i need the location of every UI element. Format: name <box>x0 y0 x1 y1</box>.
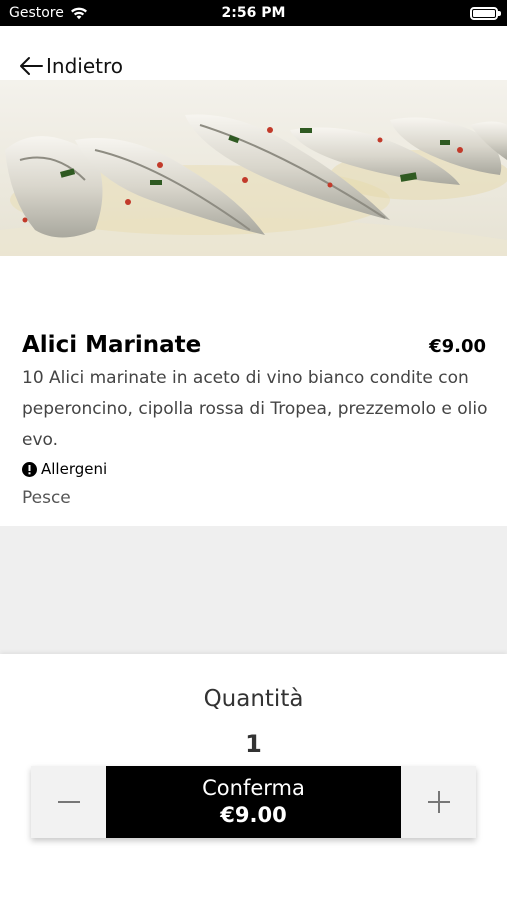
confirm-button[interactable]: Conferma €9.00 <box>106 766 401 838</box>
increment-button[interactable] <box>401 766 476 838</box>
back-button[interactable]: Indietro <box>18 54 123 78</box>
quantity-stepper: Conferma €9.00 <box>31 766 476 838</box>
status-time: 2:56 PM <box>221 5 286 21</box>
battery-icon <box>470 7 501 20</box>
plus-icon <box>427 791 450 813</box>
spacer-band <box>0 526 507 654</box>
decrement-button[interactable] <box>31 766 106 838</box>
dish-name: Alici Marinate <box>22 332 202 358</box>
dish-description: 10 Alici marinate in aceto di vino bianc… <box>22 368 488 450</box>
arrow-left-icon <box>20 57 43 75</box>
confirm-price: €9.00 <box>220 803 287 827</box>
allergens-label: Allergeni <box>41 460 108 478</box>
dish-photo <box>0 80 507 256</box>
allergens-header: Allergeni <box>22 460 107 478</box>
battery-level <box>473 10 495 17</box>
status-bar: Gestore 2:56 PM <box>0 0 507 26</box>
quantity-value: 1 <box>245 730 262 758</box>
confirm-label: Conferma <box>202 776 305 800</box>
quantity-label: Quantità <box>203 686 304 712</box>
minus-icon <box>57 801 80 803</box>
back-label: Indietro <box>46 54 123 78</box>
dish-price: €9.00 <box>429 336 486 357</box>
allergens-value: Pesce <box>22 488 71 508</box>
alert-circle-icon <box>22 461 37 477</box>
